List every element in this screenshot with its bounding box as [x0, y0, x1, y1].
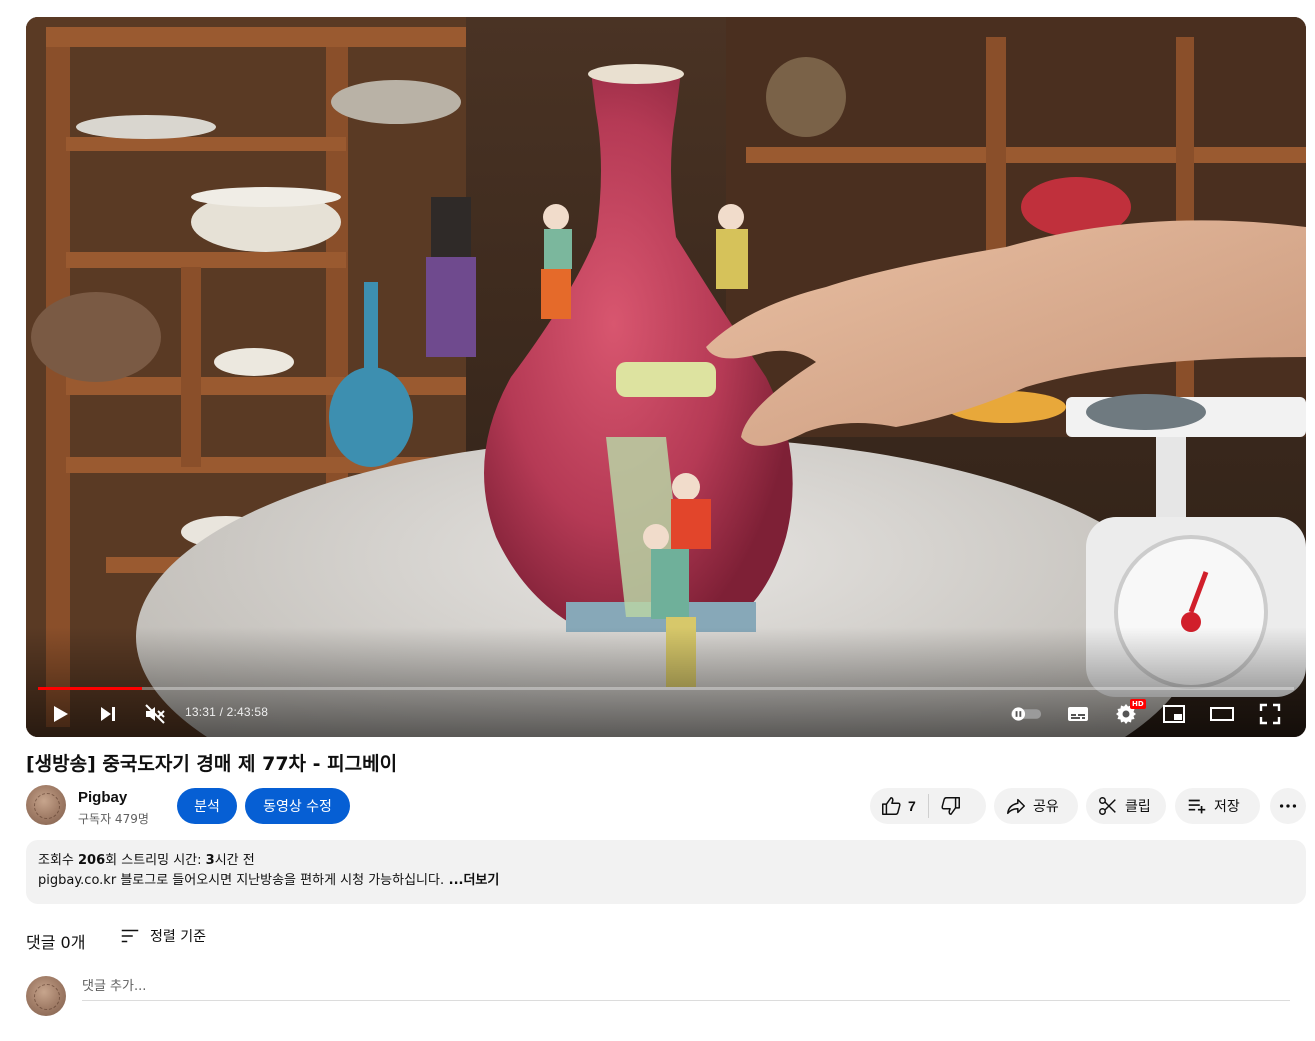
stream-time-suffix: 시간 전 [214, 853, 255, 868]
share-button[interactable]: 공유 [994, 788, 1078, 824]
stream-time-number: 3 [205, 853, 215, 868]
share-icon [1007, 798, 1025, 815]
comment-input[interactable]: 댓글 추가... [82, 975, 1290, 1001]
next-icon [101, 707, 115, 721]
views-number: 206 [78, 853, 106, 868]
share-label: 공유 [1033, 799, 1059, 815]
mute-icon [145, 704, 165, 724]
subtitles-button[interactable] [1061, 697, 1095, 731]
description-text: pigbay.co.kr 블로그로 들어오시면 지난방송을 편하게 시청 가능하… [38, 871, 1294, 891]
like-dislike-group: 7 [870, 788, 986, 824]
dislike-button[interactable] [940, 795, 962, 817]
description-body: pigbay.co.kr 블로그로 들어오시면 지난방송을 편하게 시청 가능하… [38, 873, 445, 888]
time-separator: / [216, 705, 227, 719]
time-current: 13:31 [185, 705, 217, 719]
edit-video-button[interactable]: 동영상 수정 [245, 788, 350, 824]
hd-badge: HD [1130, 699, 1146, 709]
video-title: [생방송] 중국도자기 경매 제 77차 - 피그베이 [26, 753, 398, 775]
progress-bar[interactable] [38, 687, 1294, 690]
save-label: 저장 [1214, 799, 1240, 815]
sort-button[interactable]: 정렬 기준 [119, 925, 206, 947]
playlist-add-icon [1188, 799, 1206, 814]
miniplayer-button[interactable] [1157, 697, 1191, 731]
autoplay-toggle-icon [1010, 707, 1042, 721]
next-button[interactable] [91, 697, 125, 731]
save-button[interactable]: 저장 [1175, 788, 1260, 824]
more-horizontal-icon [1279, 804, 1297, 808]
show-more-link[interactable]: ...더보기 [444, 873, 500, 888]
clip-label: 클립 [1125, 799, 1151, 815]
like-divider [927, 794, 929, 818]
time-total: 2:43:58 [226, 705, 269, 719]
play-button[interactable] [43, 697, 77, 731]
analytics-button[interactable]: 분석 [177, 788, 237, 824]
autoplay-toggle[interactable] [1009, 697, 1043, 731]
description-box[interactable]: 조회수 206회 스트리밍 시간: 3시간 전 pigbay.co.kr 블로그… [26, 840, 1306, 904]
comment-placeholder: 댓글 추가... [82, 979, 147, 994]
clip-button[interactable]: 클립 [1086, 788, 1166, 824]
views-prefix: 조회수 [38, 853, 79, 868]
channel-avatar[interactable] [26, 785, 66, 825]
fullscreen-icon [1259, 703, 1281, 725]
video-player[interactable]: 13:31 / 2:43:58 HD [26, 17, 1306, 737]
sort-label: 정렬 기준 [150, 929, 206, 945]
channel-name[interactable]: Pigbay [78, 789, 127, 806]
thumbs-down-icon [941, 797, 960, 815]
subtitles-icon [1068, 707, 1088, 721]
progress-played [38, 687, 142, 690]
more-actions-button[interactable] [1270, 788, 1306, 824]
like-button[interactable]: 7 [880, 795, 916, 817]
settings-button[interactable]: HD [1109, 697, 1146, 731]
comments-count: 댓글 0개 [26, 933, 86, 952]
subscriber-count: 구독자 479명 [78, 812, 149, 826]
miniplayer-icon [1163, 705, 1185, 723]
theater-icon [1210, 707, 1234, 721]
user-avatar [26, 976, 66, 1016]
mute-button[interactable] [138, 697, 172, 731]
views-suffix: 회 스트리밍 시간: [105, 853, 206, 868]
sort-icon [121, 929, 139, 943]
like-count: 7 [908, 798, 916, 814]
thumbs-up-icon [882, 797, 901, 815]
fullscreen-button[interactable] [1253, 697, 1287, 731]
play-icon [54, 706, 68, 722]
description-meta: 조회수 206회 스트리밍 시간: 3시간 전 [38, 851, 1294, 871]
scissors-icon [1099, 797, 1116, 815]
time-display: 13:31 / 2:43:58 [185, 705, 268, 719]
theater-button[interactable] [1205, 697, 1239, 731]
